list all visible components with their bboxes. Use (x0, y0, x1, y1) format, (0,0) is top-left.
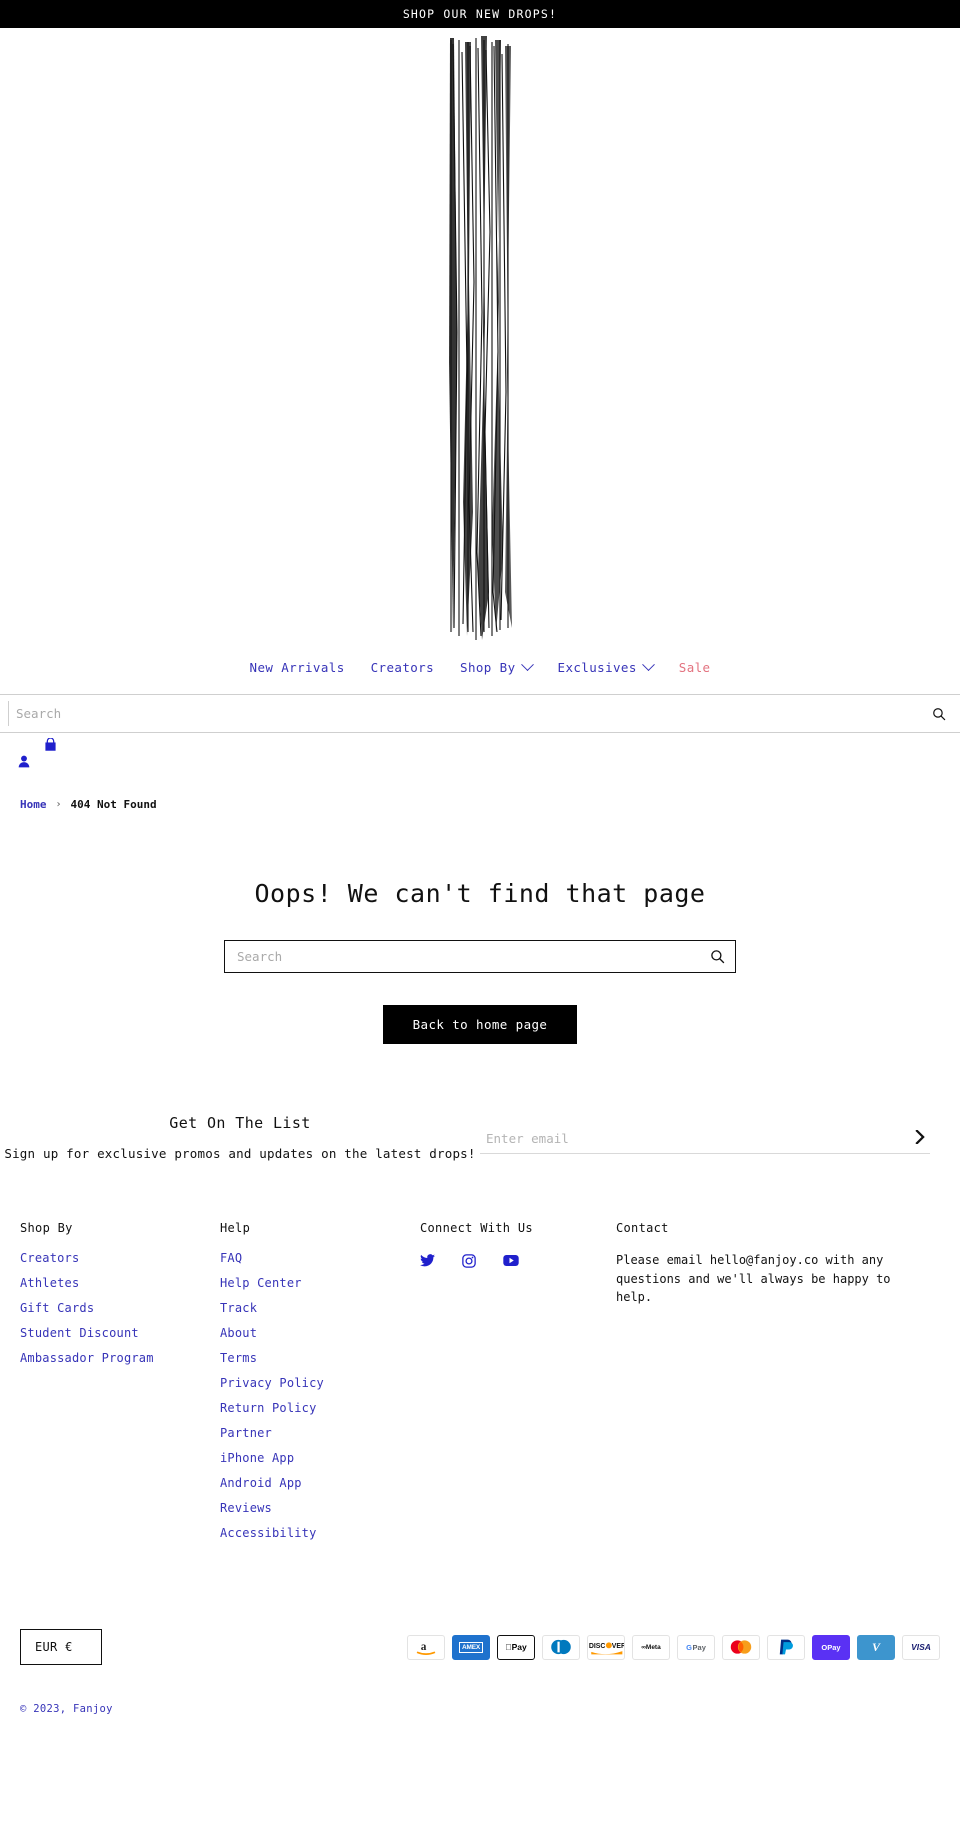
newsletter-title: Get On The List (169, 1114, 311, 1132)
payment-icon-mastercard (722, 1634, 760, 1660)
newsletter-email-input[interactable] (484, 1130, 911, 1147)
payment-icon-paypal (767, 1634, 805, 1660)
nav-label: Exclusives (557, 659, 637, 675)
payment-icon-diners-club (542, 1634, 580, 1660)
nav-label: New Arrivals (249, 659, 345, 675)
footer-link-student-discount[interactable]: Student Discount (20, 1326, 220, 1340)
footer-column-title: Contact (616, 1221, 669, 1235)
nav-label: Sale (678, 659, 711, 675)
nav-label: Creators (370, 659, 435, 675)
main-navigation: New Arrivals Creators Shop By Exclusives… (0, 648, 960, 686)
footer-link-reviews[interactable]: Reviews (220, 1501, 420, 1515)
footer-link-gift-cards[interactable]: Gift Cards (20, 1301, 220, 1315)
footer-link-faq[interactable]: FAQ (220, 1251, 420, 1265)
breadcrumb-home[interactable]: Home (20, 798, 47, 811)
footer-link-accessibility[interactable]: Accessibility (220, 1526, 420, 1540)
footer-link-creators[interactable]: Creators (20, 1251, 220, 1265)
header-search-input[interactable] (10, 705, 932, 722)
nav-item-new-arrivals[interactable]: New Arrivals (250, 660, 345, 675)
footer-column-title: Connect With Us (420, 1221, 533, 1235)
search-icon[interactable] (932, 707, 946, 721)
payment-icon-venmo: V (857, 1634, 895, 1660)
newsletter-form[interactable] (480, 1124, 930, 1154)
footer-link-privacy-policy[interactable]: Privacy Policy (220, 1376, 420, 1390)
payment-icons: a AMEX Pay DISC (407, 1634, 940, 1660)
footer-column-title: Help (220, 1221, 251, 1235)
header-icon-row (0, 733, 960, 785)
footer-column-help: Help FAQ Help Center Track About Terms P… (220, 1221, 420, 1551)
announcement-text: SHOP OUR NEW DROPS! (402, 7, 558, 21)
footer-link-terms[interactable]: Terms (220, 1351, 420, 1365)
footer-link-iphone-app[interactable]: iPhone App (220, 1451, 420, 1465)
footer-link-android-app[interactable]: Android App (220, 1476, 420, 1490)
newsletter-subtitle: Sign up for exclusive promos and updates… (4, 1146, 476, 1161)
footer-bottom: EUR € a AMEX Pay (0, 1551, 960, 1665)
chevron-down-icon (641, 657, 655, 671)
newsletter-form-wrap (480, 1110, 960, 1154)
breadcrumb-current: 404 Not Found (70, 797, 157, 811)
nav-label: Shop By (460, 659, 516, 675)
footer-column-shop-by: Shop By Creators Athletes Gift Cards Stu… (20, 1221, 220, 1551)
svg-text:VER: VER (612, 1643, 624, 1650)
shopping-bag-icon[interactable] (44, 737, 57, 756)
chevron-down-icon (520, 657, 534, 671)
svg-text:a: a (421, 1641, 427, 1653)
back-to-home-button[interactable]: Back to home page (382, 1005, 578, 1044)
instagram-icon[interactable] (462, 1254, 476, 1271)
payment-icon-amex: AMEX (452, 1634, 490, 1660)
footer-link-track[interactable]: Track (220, 1301, 420, 1315)
contact-text: Please email hello@fanjoy.co with any qu… (616, 1253, 891, 1305)
page-title: Oops! We can't find that page (254, 879, 706, 908)
payment-icon-visa: VISA (902, 1634, 940, 1660)
not-found-section: Oops! We can't find that page Back to ho… (0, 817, 960, 1044)
announcement-bar[interactable]: SHOP OUR NEW DROPS! (0, 0, 960, 28)
footer-link-about[interactable]: About (220, 1326, 420, 1340)
breadcrumb: Home › 404 Not Found (0, 785, 960, 817)
payment-icon-amazon: a (407, 1634, 445, 1660)
not-found-search-input[interactable] (225, 948, 710, 965)
nav-item-shop-by[interactable]: Shop By (460, 657, 534, 675)
footer-link-ambassador-program[interactable]: Ambassador Program (20, 1351, 220, 1365)
social-links (420, 1251, 616, 1282)
newsletter-submit-button[interactable] (911, 1129, 930, 1147)
nav-item-sale[interactable]: Sale (679, 660, 711, 675)
not-found-search-bar[interactable] (224, 940, 736, 973)
youtube-icon[interactable] (503, 1254, 519, 1271)
logo-container[interactable] (0, 28, 960, 648)
page-root: SHOP OUR NEW DROPS! New Arrivals Creator… (0, 0, 960, 1737)
chevron-right-icon (915, 1129, 925, 1145)
payment-icon-google-pay: G Pay (677, 1634, 715, 1660)
currency-selector[interactable]: EUR € (20, 1629, 102, 1665)
nav-item-exclusives[interactable]: Exclusives (557, 657, 655, 675)
footer-column-contact: Contact Please email hello@fanjoy.co wit… (616, 1221, 916, 1551)
footer-link-athletes[interactable]: Athletes (20, 1276, 220, 1290)
header-search-bar[interactable] (0, 694, 960, 733)
payment-icon-shop-pay: OPay (812, 1634, 850, 1660)
payment-icon-apple-pay: Pay (497, 1634, 535, 1660)
footer-column-title: Shop By (20, 1221, 73, 1235)
footer-column-connect: Connect With Us (420, 1221, 616, 1551)
nav-item-creators[interactable]: Creators (371, 660, 434, 675)
twitter-icon[interactable] (420, 1254, 435, 1271)
fanjoy-logo[interactable] (445, 32, 515, 644)
footer-columns: Shop By Creators Athletes Gift Cards Stu… (0, 1161, 960, 1551)
search-icon[interactable] (710, 949, 725, 964)
breadcrumb-separator: › (55, 798, 62, 810)
svg-text:DISC: DISC (589, 1643, 606, 1650)
payment-icon-discover: DISC VER (587, 1634, 625, 1660)
payment-icon-meta-pay: ∞Meta (632, 1634, 670, 1660)
newsletter-copy: Get On The List Sign up for exclusive pr… (0, 1110, 480, 1161)
footer-link-help-center[interactable]: Help Center (220, 1276, 420, 1290)
newsletter-section: Get On The List Sign up for exclusive pr… (0, 1110, 960, 1161)
copyright-text: © 2023, Fanjoy (20, 1703, 113, 1715)
footer-link-partner[interactable]: Partner (220, 1426, 420, 1440)
user-account-icon[interactable] (18, 753, 30, 772)
footer-link-return-policy[interactable]: Return Policy (220, 1401, 420, 1415)
